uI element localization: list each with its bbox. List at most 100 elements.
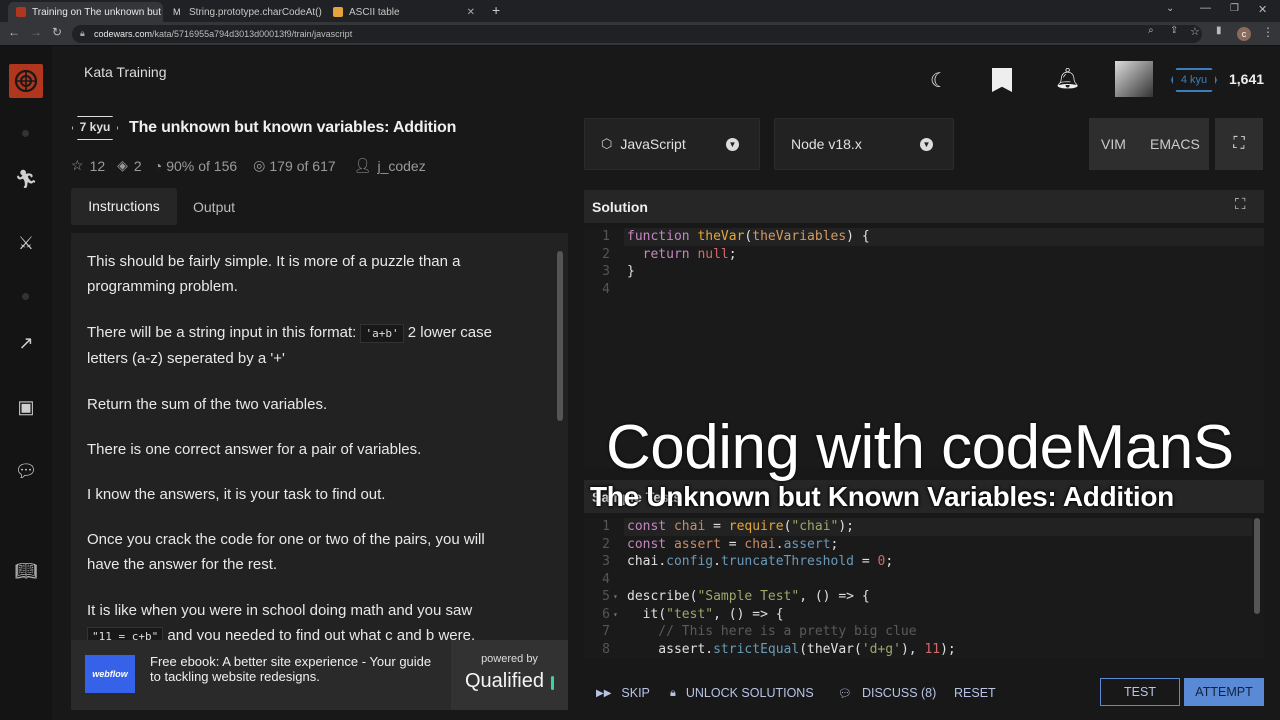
code-token: assert — [666, 536, 721, 552]
star-icon[interactable]: ☆ — [71, 157, 84, 174]
lock-icon: 🔒︎ — [80, 28, 85, 38]
code-line: assert.strictEqual(theVar('d+g'), 11); — [627, 641, 956, 659]
ad-banner[interactable]: webflow Free ebook: A better site experi… — [71, 640, 451, 710]
overlay-channel-title: Coding with codeManS — [606, 413, 1234, 482]
tab-title: ASCII table — [349, 6, 400, 18]
profile-avatar[interactable]: c — [1237, 27, 1251, 41]
line-number: 3 — [602, 554, 610, 569]
author-link[interactable]: j_codez — [377, 158, 425, 174]
new-tab-button[interactable]: + — [492, 2, 500, 18]
keybinding-group: VIM EMACS — [1089, 118, 1209, 170]
notifications-bell-icon[interactable]: 🔔︎ — [1055, 66, 1080, 91]
code-token: ); — [838, 519, 855, 534]
line-number: 1 — [602, 519, 610, 534]
test-button[interactable]: TEST — [1100, 678, 1180, 706]
runtime-select[interactable]: Node v18.x ▼ — [774, 118, 954, 170]
text-span: It is like when you were in school doing… — [87, 602, 473, 619]
code-token: ) { — [846, 229, 870, 244]
attempt-button[interactable]: ATTEMPT — [1184, 678, 1264, 706]
code-line: } — [627, 264, 635, 279]
url-domain: codewars.com — [94, 29, 153, 39]
tab-search-icon[interactable]: ⌄ — [1166, 3, 1174, 14]
bookmarks-icon[interactable] — [992, 68, 1012, 92]
code-token: . — [775, 536, 784, 552]
instructions-scrollbar[interactable] — [557, 251, 563, 421]
tab-instructions[interactable]: Instructions — [71, 188, 177, 225]
docs-book-icon[interactable]: 📖︎ — [13, 558, 39, 584]
code-token: , () => { — [713, 606, 784, 622]
unlock-solutions-button[interactable]: 🔒︎ UNLOCK SOLUTIONS — [670, 680, 814, 706]
browser-tab[interactable]: M String.prototype.charCodeAt() - ✕ — [165, 2, 323, 22]
code-token: = — [720, 536, 745, 552]
discussions-icon[interactable]: 💬︎ — [13, 458, 39, 484]
solution-header: Solution ⛶ — [584, 190, 1264, 223]
minimize-icon[interactable]: — — [1200, 2, 1211, 14]
share-icon[interactable]: ⇪ — [1170, 25, 1178, 36]
completions-count: 179 — [269, 157, 293, 174]
instructions-panel: This should be fairly simple. It is more… — [71, 233, 568, 640]
qualified-logo: Qualified — [465, 670, 544, 692]
collections-count: 2 — [133, 157, 142, 174]
expand-icon[interactable]: ⛶ — [1235, 196, 1246, 213]
practice-icon[interactable]: 🏃︎ — [13, 166, 39, 192]
instructions-paragraph: There is one correct answer for a pair o… — [87, 441, 422, 458]
text-span: and you needed to find out what c and b … — [163, 627, 476, 640]
leaderboard-icon[interactable]: ↗ — [13, 330, 39, 356]
emacs-button[interactable]: EMACS — [1150, 136, 1200, 152]
code-token: chai — [666, 519, 706, 534]
line-number: 6 — [602, 606, 610, 622]
code-token: . — [658, 554, 667, 569]
user-avatar[interactable] — [1115, 61, 1153, 97]
code-token: chai — [627, 554, 659, 569]
skip-button[interactable]: ▶▶ SKIP — [596, 680, 650, 706]
browser-tab[interactable]: Training on The unknown but kn ✕ — [8, 2, 163, 22]
kata-rank-badge: 7 kyu — [72, 116, 118, 140]
close-tab-icon[interactable]: ✕ — [461, 7, 475, 18]
browser-tab[interactable]: ASCII table ✕ — [325, 2, 483, 22]
discord-icon[interactable]: ▣ — [13, 394, 39, 420]
fold-arrow-icon[interactable]: ▾ — [613, 606, 618, 624]
reset-button[interactable]: RESET — [954, 680, 996, 706]
code-token: = — [854, 554, 878, 569]
sidepanel-icon[interactable]: ▮ — [1216, 25, 1222, 36]
kata-title: The unknown but known variables: Additio… — [129, 119, 457, 136]
close-window-icon[interactable]: ✕ — [1258, 3, 1267, 16]
address-bar-row: ← → ↻ 🔒︎ codewars.com/kata/5716955a794d3… — [0, 22, 1280, 46]
line-number: 3 — [602, 264, 610, 279]
vim-button[interactable]: VIM — [1101, 136, 1126, 152]
code-token: ), — [900, 641, 925, 657]
bookmark-star-icon[interactable]: ☆ — [1190, 25, 1200, 38]
code-line: const chai = require("chai"); — [627, 518, 854, 536]
honor-count: 1,641 — [1229, 71, 1265, 87]
qualified-banner[interactable]: powered by Qualified — [451, 640, 568, 710]
forward-icon[interactable]: → — [30, 25, 42, 39]
tests-scrollbar[interactable] — [1254, 518, 1260, 614]
format-code: 'a+b' — [360, 324, 404, 343]
code-token: truncateThreshold — [720, 554, 854, 569]
tests-editor[interactable]: 1 2 3 4 5 6 7 8 ▾ ▾ const chai = require… — [584, 518, 1264, 658]
discuss-button[interactable]: 💬︎ DISCUSS (8) — [838, 680, 936, 706]
dark-mode-moon-icon[interactable]: ☾ — [930, 68, 948, 93]
fullscreen-icon[interactable]: ⛶ — [1215, 118, 1263, 170]
ascii-favicon-icon — [333, 7, 343, 17]
webflow-logo: webflow — [85, 655, 135, 693]
browser-menu-icon[interactable]: ⋮ — [1262, 25, 1274, 39]
code-token: (theVar( — [799, 641, 862, 657]
url-field[interactable]: 🔒︎ codewars.com/kata/5716955a794d3013d00… — [72, 25, 1202, 43]
restore-icon[interactable]: ❐ — [1230, 3, 1239, 14]
training-icon[interactable]: ⚔︎ — [13, 230, 39, 256]
chevron-down-icon: ▼ — [920, 137, 933, 151]
completions-icon: ◎ — [253, 157, 266, 173]
instructions-paragraph: This should be fairly simple. It is more… — [87, 253, 461, 295]
reload-icon[interactable]: ↻ — [52, 25, 62, 39]
line-number: 8 — [602, 641, 610, 657]
overlay-video-title: The Unknown but Known Variables: Additio… — [590, 481, 1174, 512]
zoom-icon[interactable]: ⌕ — [1148, 25, 1154, 36]
fold-arrow-icon[interactable]: ▾ — [613, 588, 618, 606]
codewars-logo[interactable] — [9, 64, 43, 98]
code-token: strictEqual — [713, 641, 800, 657]
tab-output[interactable]: Output — [193, 199, 235, 215]
language-select[interactable]: ⬡ JavaScript ▼ — [584, 118, 760, 170]
code-token: ); — [940, 641, 956, 657]
back-icon[interactable]: ← — [8, 25, 20, 39]
